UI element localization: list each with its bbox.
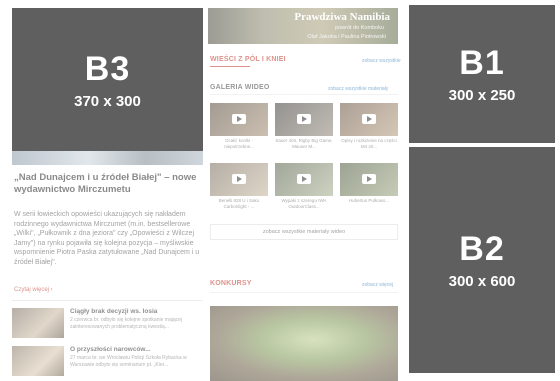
list-item-thumbnail[interactable] <box>12 346 64 376</box>
ad-slot-name: B2 <box>459 230 505 268</box>
list-item-title[interactable]: O przyszłości narowców... <box>70 346 151 353</box>
news-section-more-link[interactable]: zobacz wszystkie <box>362 58 401 64</box>
video-item[interactable]: Ocalić koniki - niepotrzebne... <box>210 103 268 149</box>
ad-slot-size: 300 x 250 <box>448 87 516 104</box>
video-thumbnail[interactable] <box>210 103 268 136</box>
video-caption: Benelli 828 U i Sako Carbonlight - ... <box>218 198 260 209</box>
read-more-label[interactable]: Czytaj więcej <box>14 287 49 293</box>
news-section-underline <box>210 66 250 67</box>
video-item[interactable]: Benelli 828 U i Sako Carbonlight - ... <box>210 163 268 209</box>
list-item-text: 27 marca br. we Wrocławiu Policji Szkoła… <box>70 355 187 368</box>
video-caption: Wypaki z szeregu IWA OutdoorClass... <box>281 198 327 209</box>
contests-section-more-link[interactable]: zobacz więcej <box>362 282 393 288</box>
video-item[interactable]: Sauer 404, Rigby Big Game, Mauser M... <box>275 103 333 149</box>
ad-slot-b3[interactable]: B3 370 x 300 <box>12 8 203 151</box>
all-videos-button[interactable]: zobacz wszystkie materiały wideo <box>210 224 398 240</box>
banner-title: Prawdziwa Namibia <box>294 11 390 23</box>
video-item[interactable]: Wypaki z szeregu IWA OutdoorClass... <box>275 163 333 209</box>
ad-slot-b1[interactable]: B1 300 x 250 <box>409 5 555 143</box>
list-item-title[interactable]: Ciągły brak decyzji ws. losia <box>70 308 157 315</box>
video-section-more-link[interactable]: zobacz wszystkie materiały <box>328 86 388 92</box>
contests-section-heading: KONKURSY <box>210 280 252 287</box>
list-item-text: 2 czerwca br. odbyło się kolejne spotkan… <box>70 317 183 330</box>
read-more-link[interactable]: Czytaj więcej › <box>14 287 53 293</box>
play-icon[interactable] <box>232 114 246 124</box>
list-item[interactable]: O przyszłości narowców... 27 marca br. w… <box>12 346 202 381</box>
video-caption: Opisy i rozłożenie na części M4 20... <box>341 138 397 149</box>
list-item-thumbnail[interactable] <box>12 308 64 338</box>
play-icon[interactable] <box>362 174 376 184</box>
play-icon[interactable] <box>297 114 311 124</box>
ad-slot-size: 300 x 600 <box>448 273 516 290</box>
play-icon[interactable] <box>362 114 376 124</box>
video-thumbnail[interactable] <box>275 103 333 136</box>
video-caption: Sauer 404, Rigby Big Game, Mauser M... <box>275 138 333 149</box>
contest-photo[interactable] <box>210 306 398 381</box>
article-title[interactable]: „Nad Dunajcem i u źródeł Białej" – nowe … <box>14 172 202 196</box>
ad-slot-size: 370 x 300 <box>74 92 141 110</box>
play-icon[interactable] <box>232 174 246 184</box>
play-icon[interactable] <box>297 174 311 184</box>
left-divider <box>12 300 202 301</box>
video-caption: Hubertus Pulkowo... <box>348 198 390 203</box>
video-thumbnail[interactable] <box>340 103 398 136</box>
banner-subtitle: powrót do Komboku <box>335 25 384 31</box>
video-thumbnail[interactable] <box>275 163 333 196</box>
banner-authors: Olaf Jakoba i Paulina Piotrowski <box>307 34 386 40</box>
video-item[interactable]: Opisy i rozłożenie na części M4 20... <box>340 103 398 149</box>
video-caption: Ocalić koniki - niepotrzebne... <box>224 138 254 149</box>
ad-slot-name: B3 <box>84 49 131 88</box>
list-item[interactable]: Ciągły brak decyzji ws. losia 2 czerwca … <box>12 308 202 344</box>
video-section-heading: GALERIA WIDEO <box>210 84 270 91</box>
article-photo[interactable] <box>12 151 203 165</box>
promo-banner[interactable]: Prawdziwa Namibia powrót do Komboku Olaf… <box>208 8 398 44</box>
video-thumbnail[interactable] <box>340 163 398 196</box>
ad-slot-b2[interactable]: B2 300 x 600 <box>409 147 555 373</box>
video-item[interactable]: Hubertus Pulkowo... <box>340 163 398 204</box>
ad-slot-name: B1 <box>459 44 505 82</box>
news-section-heading: WIEŚCI Z PÓL I KNIEI <box>210 56 286 63</box>
article-body: W serii łowieckich opowieści ukazujących… <box>14 211 200 266</box>
contests-section-divider <box>210 292 398 293</box>
video-thumbnail[interactable] <box>210 163 268 196</box>
video-section-divider <box>210 94 398 95</box>
